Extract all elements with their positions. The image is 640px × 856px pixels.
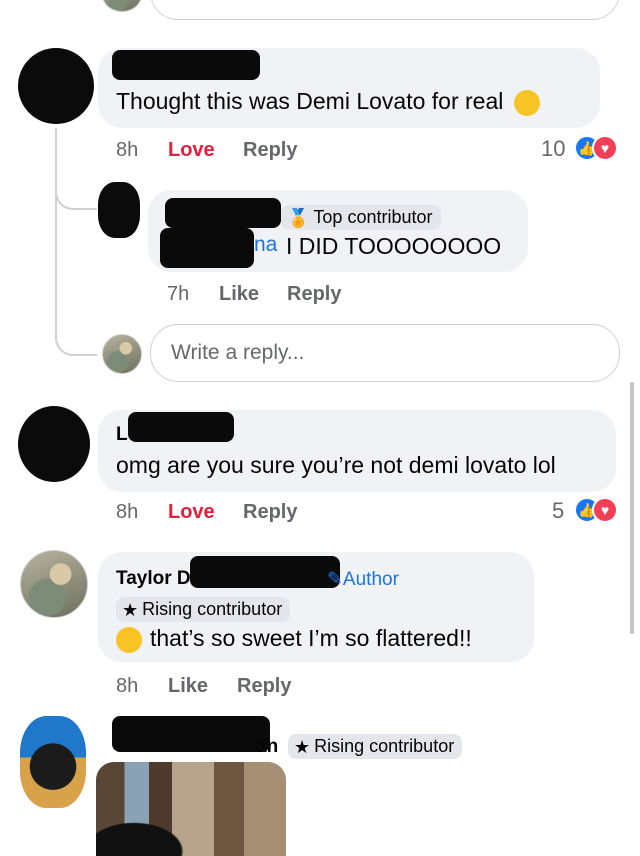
scrollbar[interactable] — [630, 382, 634, 634]
commenter-name[interactable]: Taylor D — [116, 568, 191, 590]
reply-input[interactable]: Write a reply... — [150, 324, 620, 382]
reply-button[interactable]: Reply — [243, 139, 297, 162]
reaction-count[interactable]: 5 — [552, 498, 564, 524]
reply-button[interactable]: Reply — [243, 501, 297, 524]
laughing-tears-emoji — [116, 626, 142, 653]
comment-text: omg are you sure you’re not demi lovato … — [116, 452, 556, 478]
comment-time: 7h — [167, 283, 190, 305]
comment-time: 8h — [116, 139, 139, 161]
commenter-name-fragment[interactable]: na — [254, 233, 277, 257]
avatar[interactable] — [98, 182, 140, 238]
loudly-crying-emoji — [513, 89, 540, 116]
top-contributor-badge: 🏅 Top contributor — [281, 205, 441, 230]
badge-medal-icon: 🏅 — [287, 207, 310, 228]
author-label: ✎Author — [327, 569, 399, 590]
redacted-name — [160, 228, 254, 268]
commenter-name-initial[interactable]: L — [116, 424, 128, 446]
redacted-name — [128, 412, 234, 442]
reaction-icons[interactable]: 👍 ♥ — [574, 135, 620, 163]
reaction-count[interactable]: 10 — [541, 136, 565, 162]
like-button[interactable]: Like — [168, 675, 208, 698]
thread-connector — [55, 208, 97, 356]
avatar[interactable] — [20, 550, 88, 618]
avatar[interactable] — [102, 0, 142, 12]
like-button[interactable]: Like — [219, 283, 259, 306]
reply-button[interactable]: Reply — [287, 283, 341, 306]
love-reaction-icon: ♥ — [592, 135, 618, 161]
love-button[interactable]: Love — [168, 501, 215, 524]
star-icon: ★ — [294, 736, 311, 757]
avatar[interactable] — [20, 716, 86, 808]
rising-contributor-badge: ★ Rising contributor — [288, 734, 463, 759]
rising-contributor-badge: ★ Rising contributor — [116, 597, 291, 622]
user-avatar[interactable] — [102, 334, 142, 374]
pencil-icon: ✎ — [327, 569, 343, 590]
reaction-icons[interactable]: 👍 ♥ — [574, 497, 620, 525]
reply-button[interactable]: Reply — [237, 675, 291, 698]
avatar[interactable] — [18, 406, 90, 482]
comment-text: that’s so sweet I’m so flattered!! — [116, 625, 472, 653]
redacted-name — [112, 50, 260, 80]
previous-reply-input[interactable] — [150, 0, 620, 20]
avatar[interactable] — [18, 48, 94, 124]
redacted-name — [190, 556, 340, 588]
comment-time: 8h — [116, 675, 139, 697]
comment-text: I DID TOOOOOOOO — [286, 233, 502, 259]
love-button[interactable]: Love — [168, 139, 215, 162]
star-icon: ★ — [122, 599, 139, 620]
redacted-name — [112, 716, 270, 752]
love-reaction-icon: ♥ — [592, 497, 618, 523]
comment-text: Thought this was Demi Lovato for real — [116, 88, 540, 116]
thread-connector — [55, 168, 97, 210]
redacted-name — [165, 198, 281, 228]
comment-time: 8h — [116, 501, 139, 523]
comment-photo[interactable] — [96, 762, 286, 856]
commenter-name-fragment[interactable]: an — [256, 736, 278, 758]
